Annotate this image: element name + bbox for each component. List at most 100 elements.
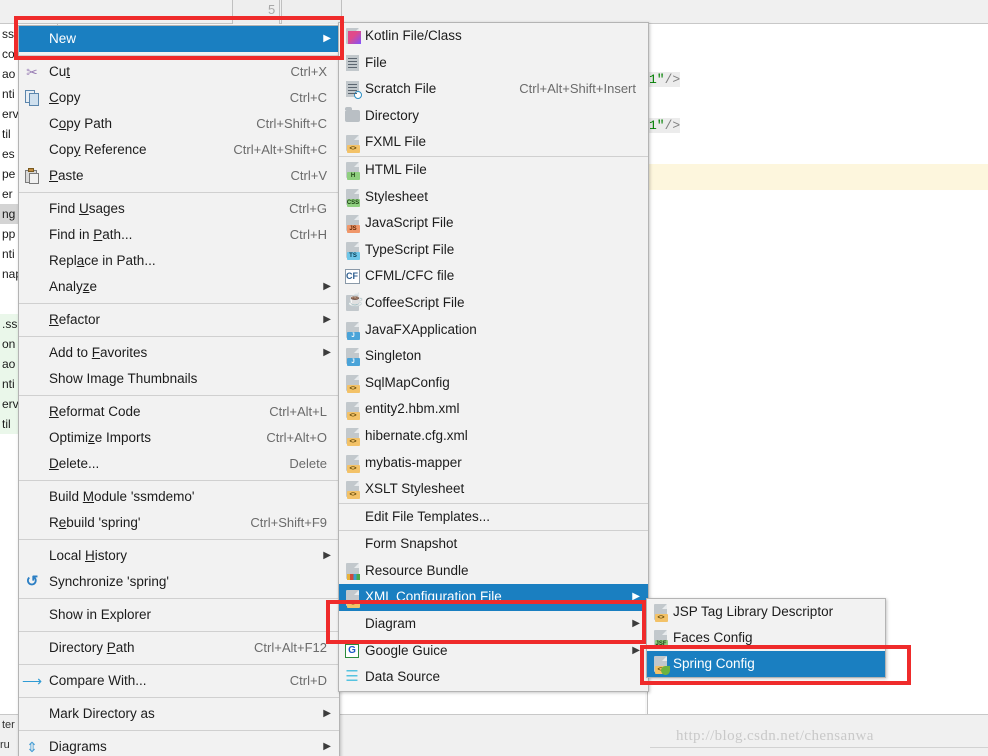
menu-item-resource-bundle[interactable]: Resource Bundle (339, 558, 648, 585)
menu-item-mark-directory-as[interactable]: Mark Directory as ▶ (19, 701, 339, 727)
menu-item-copy-path[interactable]: Copy Path Ctrl+Shift+C (19, 111, 339, 137)
menu-item-synchronize[interactable]: ↺ Synchronize 'spring' (19, 569, 339, 595)
menu-item-form-snapshot[interactable]: Form Snapshot (339, 531, 648, 558)
menu-item-find-in-path[interactable]: Find in Path... Ctrl+H (19, 222, 339, 248)
resource-bars-badge (346, 574, 360, 581)
submenu-arrow-icon: ▶ (323, 33, 331, 44)
editor-tab-active[interactable] (281, 0, 342, 24)
project-context-menu[interactable]: New ▶ ✂ Cut Ctrl+X Copy Ctrl+C Copy Path… (18, 25, 340, 756)
status-label: ru (0, 739, 10, 751)
paste-icon-svg (24, 168, 39, 184)
menu-item-hibernate-cfg-xml[interactable]: <> hibernate.cfg.xml (339, 423, 648, 450)
menu-item-cut[interactable]: ✂ Cut Ctrl+X (19, 59, 339, 85)
menu-item-sqlmapconfig[interactable]: <> SqlMapConfig (339, 370, 648, 397)
tab-number-label: 5 (268, 2, 276, 17)
menu-item-google-guice[interactable]: G Google Guice ▶ (339, 638, 648, 665)
menu-item-file[interactable]: File (339, 50, 648, 77)
menu-item-analyze[interactable]: Analyze ▶ (19, 274, 339, 300)
menu-item-find-usages[interactable]: Find Usages Ctrl+G (19, 196, 339, 222)
paste-icon (19, 163, 45, 189)
menu-separator (19, 539, 339, 540)
menu-item-label: Build Module 'ssmdemo' (49, 489, 195, 504)
menu-item-label: Google Guice (365, 642, 448, 658)
menu-item-javafxapplication[interactable]: J JavaFXApplication (339, 317, 648, 344)
menu-item-paste[interactable]: Paste Ctrl+V (19, 163, 339, 189)
menu-accelerator: Ctrl+Alt+F12 (254, 640, 327, 655)
blank-icon (19, 274, 45, 300)
menu-item-faces-config[interactable]: JSF Faces Config (647, 625, 885, 651)
blank-icon (19, 543, 45, 569)
menu-item-kotlin-file-class[interactable]: Kotlin File/Class (339, 23, 648, 50)
menu-item-copy-reference[interactable]: Copy Reference Ctrl+Alt+Shift+C (19, 137, 339, 163)
new-submenu[interactable]: Kotlin File/Class File Scratch File Ctrl… (338, 22, 649, 692)
menu-item-reformat-code[interactable]: Reformat Code Ctrl+Alt+L (19, 399, 339, 425)
menu-item-replace-in-path[interactable]: Replace in Path... (19, 248, 339, 274)
menu-item-label: Paste (49, 168, 84, 183)
menu-item-refactor[interactable]: Refactor ▶ (19, 307, 339, 333)
xml-configuration-submenu[interactable]: <> JSP Tag Library Descriptor JSF Faces … (646, 598, 886, 678)
menu-item-xslt-stylesheet[interactable]: <> XSLT Stylesheet (339, 476, 648, 503)
blank-icon (339, 532, 365, 558)
menu-item-spring-config[interactable]: <> Spring Config (647, 651, 885, 677)
menu-item-label: Form Snapshot (365, 536, 458, 552)
menu-item-diagram[interactable]: Diagram ▶ (339, 611, 648, 638)
file-page-shape: <> (345, 589, 360, 608)
menu-item-local-history[interactable]: Local History ▶ (19, 543, 339, 569)
menu-item-data-source[interactable]: ☰ Data Source (339, 664, 648, 691)
menu-item-label: TypeScript File (365, 241, 455, 257)
menu-item-typescript-file[interactable]: TS TypeScript File (339, 237, 648, 264)
xml-badge: <> (346, 411, 360, 420)
file-page-shape: J (345, 321, 360, 340)
menu-item-show-image-thumbnails[interactable]: Show Image Thumbnails (19, 366, 339, 392)
menu-item-add-to-favorites[interactable]: Add to Favorites ▶ (19, 340, 339, 366)
menu-item-show-in-explorer[interactable]: Show in Explorer (19, 602, 339, 628)
menu-item-label: hibernate.cfg.xml (365, 427, 468, 443)
menu-item-edit-file-templates[interactable]: Edit File Templates... (339, 504, 648, 531)
menu-separator (19, 192, 339, 193)
scissors-icon: ✂ (26, 64, 38, 80)
html-badge: H (346, 172, 360, 181)
menu-item-optimize-imports[interactable]: Optimize Imports Ctrl+Alt+O (19, 425, 339, 451)
code-token-string: 1" (649, 118, 665, 133)
menu-item-diagrams[interactable]: ⇕ Diagrams ▶ (19, 734, 339, 756)
file-page-shape: <> (345, 454, 360, 473)
file-page-shape: JSF (653, 630, 668, 648)
menu-item-xml-configuration-file[interactable]: <> XML Configuration File ▶ (339, 584, 648, 612)
menu-item-mybatis-mapper[interactable]: <> mybatis-mapper (339, 450, 648, 477)
resource-bundle-icon (339, 558, 365, 584)
copy-icon (19, 85, 45, 111)
blank-icon (19, 111, 45, 137)
submenu-arrow-icon: ▶ (323, 741, 331, 752)
blank-icon (19, 510, 45, 536)
menu-item-label: Analyze (49, 279, 98, 294)
menu-item-cfml-cfc-file[interactable]: CF CFML/CFC file (339, 263, 648, 290)
blank-icon (19, 248, 45, 274)
menu-item-fxml-file[interactable]: <> FXML File (339, 129, 648, 156)
menu-item-directory-path[interactable]: Directory Path Ctrl+Alt+F12 (19, 635, 339, 661)
menu-item-build-module[interactable]: Build Module 'ssmdemo' (19, 484, 339, 510)
menu-item-label: XSLT Stylesheet (365, 481, 465, 497)
menu-item-javascript-file[interactable]: JS JavaScript File (339, 210, 648, 237)
menu-item-stylesheet[interactable]: CSS Stylesheet (339, 184, 648, 211)
menu-item-jsp-tag-library-descriptor[interactable]: <> JSP Tag Library Descriptor (647, 599, 885, 625)
file-page-shape: <> (345, 134, 360, 153)
submenu-arrow-icon: ▶ (323, 314, 331, 325)
menu-item-copy[interactable]: Copy Ctrl+C (19, 85, 339, 111)
guice-badge: G (345, 643, 359, 658)
menu-item-singleton[interactable]: J Singleton (339, 343, 648, 370)
menu-item-coffeescript-file[interactable]: ☕ CoffeeScript File (339, 290, 648, 317)
menu-item-entity2-hbm-xml[interactable]: <> entity2.hbm.xml (339, 396, 648, 423)
submenu-arrow-icon: ▶ (323, 281, 331, 292)
menu-item-new[interactable]: New ▶ (19, 26, 339, 52)
menu-item-html-file[interactable]: H HTML File (339, 157, 648, 184)
xml-badge: <> (346, 464, 360, 473)
menu-accelerator: Ctrl+G (289, 201, 327, 216)
menu-item-scratch-file[interactable]: Scratch File Ctrl+Alt+Shift+Insert (339, 76, 648, 103)
menu-item-compare-with[interactable]: ⟶ Compare With... Ctrl+D (19, 668, 339, 694)
menu-item-directory[interactable]: Directory (339, 103, 648, 130)
menu-item-delete[interactable]: Delete... Delete (19, 451, 339, 477)
xml-badge: <> (346, 144, 360, 153)
menu-item-rebuild[interactable]: Rebuild 'spring' Ctrl+Shift+F9 (19, 510, 339, 536)
submenu-arrow-icon: ▶ (323, 347, 331, 358)
editor-warning-band (649, 164, 988, 190)
